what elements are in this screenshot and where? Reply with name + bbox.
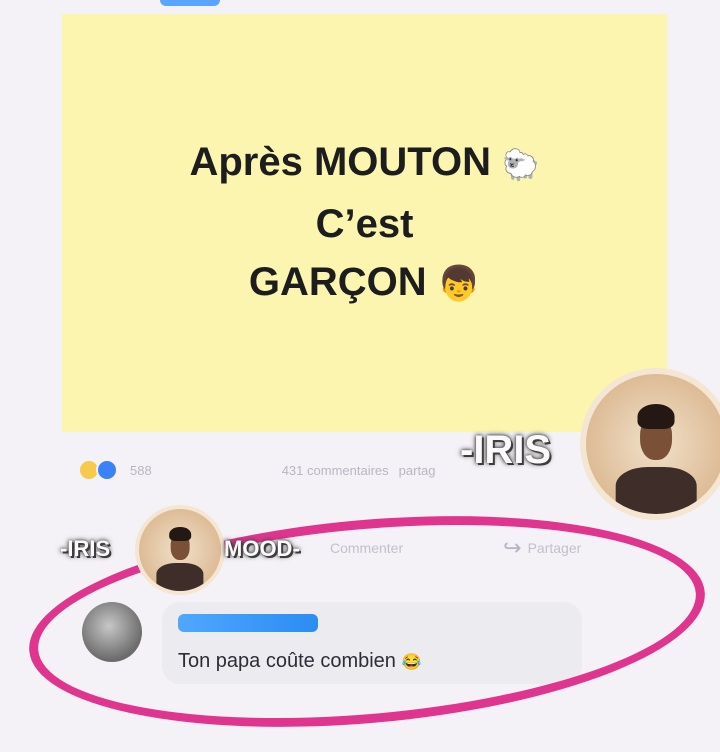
person-hair: [637, 404, 675, 429]
post-text-line-3: GARÇON 👦: [249, 253, 480, 313]
person-illustration-small: [155, 525, 204, 591]
reaction-icons[interactable]: [78, 459, 118, 481]
post-text-line-1: Après MOUTON 🐑: [189, 133, 539, 195]
shares-count[interactable]: partag: [399, 463, 436, 478]
reaction-count[interactable]: 588: [130, 463, 152, 478]
sheep-icon: 🐑: [502, 149, 540, 182]
profile-badge-small: [135, 505, 225, 595]
post-text-line-2: C’est: [315, 202, 414, 246]
iris-watermark-small: -IRIS: [60, 536, 111, 561]
boy-icon: 👦: [437, 265, 481, 303]
person-hair-small: [169, 526, 191, 542]
post-line-1-text: Après MOUTON: [189, 140, 492, 184]
person-body-small: [156, 563, 204, 591]
comments-count[interactable]: 431 commentaires: [282, 463, 389, 478]
profile-badge-large: [580, 368, 720, 520]
like-reaction-icon: [96, 459, 118, 481]
post-line-3-text: GARÇON: [248, 260, 427, 304]
top-accent-bar: [160, 0, 220, 6]
mood-watermark: MOOD-: [224, 536, 300, 561]
iris-watermark-large: -IRIS: [460, 428, 552, 472]
person-illustration: [614, 402, 698, 514]
post-image-card[interactable]: Après MOUTON 🐑 C’est GARÇON 👦: [62, 14, 667, 432]
person-body: [615, 466, 697, 514]
